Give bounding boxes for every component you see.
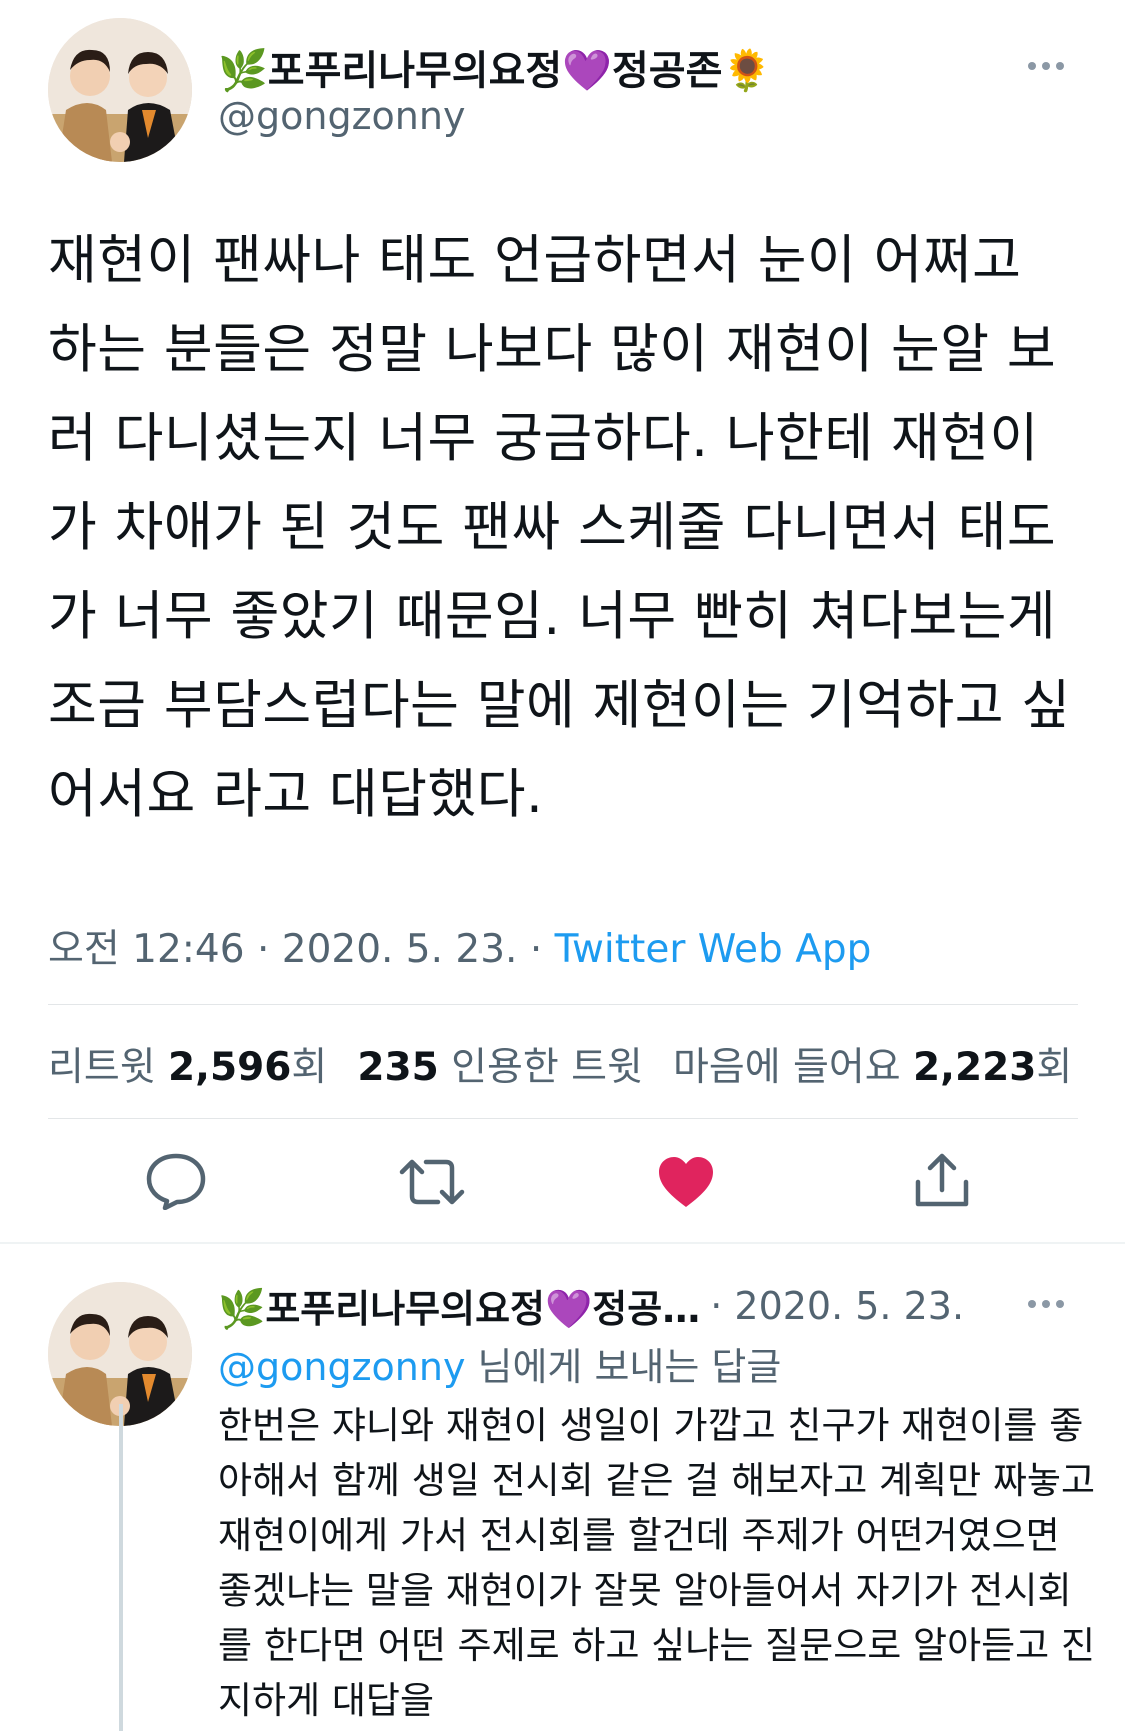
share-button[interactable] xyxy=(912,1152,972,1210)
retweet-button[interactable] xyxy=(398,1156,466,1208)
reply-button[interactable] xyxy=(145,1152,207,1210)
retweet-icon xyxy=(399,1159,465,1205)
section-divider xyxy=(0,1242,1125,1244)
reply-text: 한번은 쟈니와 재현이 생일이 가깝고 친구가 재현이를 좋아해서 함께 생일 … xyxy=(218,1404,1096,1722)
divider xyxy=(48,1118,1078,1119)
thread-line xyxy=(119,1404,123,1731)
divider xyxy=(48,1004,1078,1005)
likes-suffix: 회 xyxy=(1036,1045,1073,1090)
tweet-stats: 리트윗 2,596회 235 인용한 트윗 마음에 들어요 2,223회 xyxy=(48,1036,1072,1092)
likes-stat[interactable]: 마음에 들어요 2,223회 xyxy=(673,1036,1072,1092)
author-name-row: 🌿포푸리나무의요정💜정공존🌻 xyxy=(218,38,772,96)
retweets-count: 2,596 xyxy=(168,1045,292,1090)
likes-label: 마음에 들어요 xyxy=(672,1045,901,1090)
replying-to-mention[interactable]: @gongzonny xyxy=(218,1345,465,1389)
reply-header: 🌿포푸리나무의요정💜정공… · 2020. 5. 23. xyxy=(218,1278,964,1333)
like-button[interactable] xyxy=(657,1155,715,1209)
author-display-name[interactable]: 🌿포푸리나무의요정💜정공존🌻 xyxy=(218,38,772,96)
replying-to-label: 님에게 보내는 답글 xyxy=(465,1345,782,1389)
tweet-source-link[interactable]: Twitter Web App xyxy=(555,927,872,972)
likes-count: 2,223 xyxy=(913,1045,1037,1090)
retweets-label: 리트윗 xyxy=(48,1045,156,1090)
more-options-icon[interactable] xyxy=(1028,62,1064,70)
meta-separator: · xyxy=(244,927,282,972)
quotes-count: 235 xyxy=(357,1045,439,1090)
reply-icon xyxy=(146,1153,206,1210)
meta-separator: · xyxy=(517,927,555,972)
tweet-date[interactable]: 2020. 5. 23. xyxy=(282,927,518,972)
tweet-time[interactable]: 오전 12:46 xyxy=(48,927,245,972)
replying-to: @gongzonny 님에게 보내는 답글 xyxy=(218,1336,781,1391)
reply-author-name[interactable]: 🌿포푸리나무의요정💜정공… xyxy=(218,1278,700,1333)
like-icon xyxy=(659,1157,713,1207)
tweet-meta: 오전 12:46 · 2020. 5. 23. · Twitter Web Ap… xyxy=(48,918,871,974)
retweets-suffix: 회 xyxy=(291,1045,328,1090)
tweet-text: 재현이 팬싸나 태도 언급하면서 눈이 어쩌고 하는 분들은 정말 나보다 많이… xyxy=(48,230,1071,825)
quotes-stat[interactable]: 235 인용한 트윗 xyxy=(357,1036,643,1092)
avatar-photo xyxy=(48,18,192,162)
retweets-stat[interactable]: 리트윗 2,596회 xyxy=(48,1036,327,1092)
author-handle[interactable]: @gongzonny xyxy=(218,94,465,138)
quotes-label: 인용한 트윗 xyxy=(451,1045,643,1090)
reply-more-options-icon[interactable] xyxy=(1028,1300,1064,1308)
reply-date[interactable]: · 2020. 5. 23. xyxy=(710,1284,964,1328)
share-icon xyxy=(915,1153,969,1207)
author-avatar[interactable] xyxy=(48,18,192,162)
